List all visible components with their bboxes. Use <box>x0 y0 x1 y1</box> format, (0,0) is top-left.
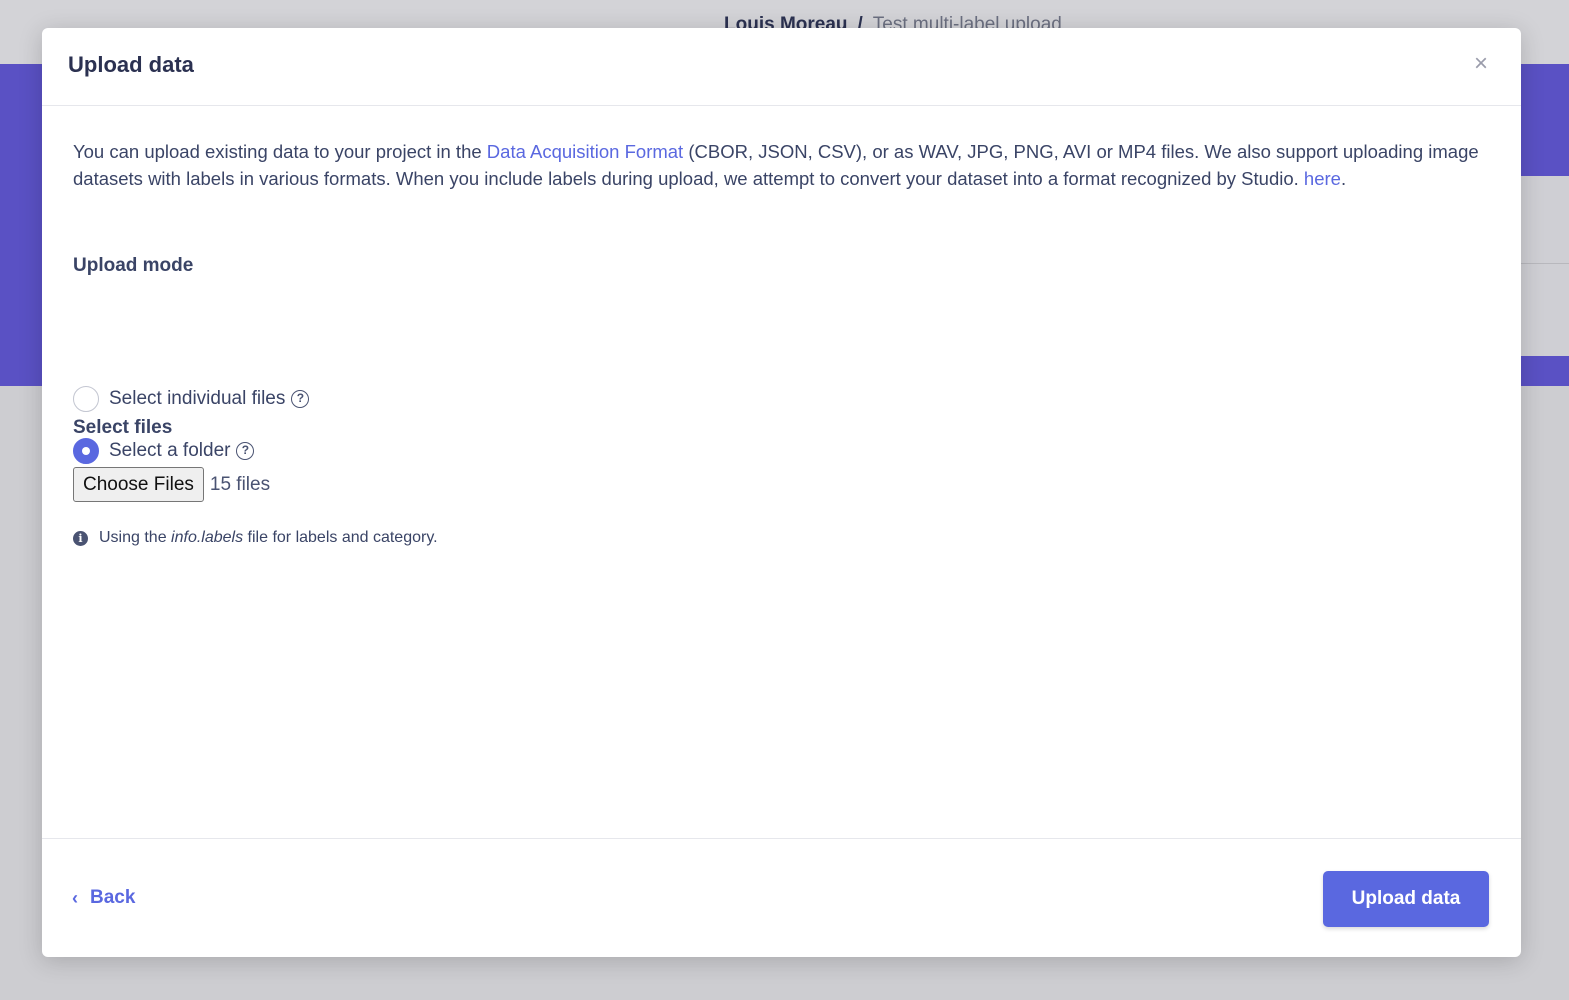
upload-data-button[interactable]: Upload data <box>1323 871 1489 927</box>
intro-text: You can upload existing data to your pro… <box>73 138 1493 192</box>
dialog-header: Upload data × <box>42 28 1521 106</box>
question-circle-icon[interactable]: ? <box>291 390 310 408</box>
radio-button-individual-files[interactable] <box>73 386 99 412</box>
here-link[interactable]: here <box>1304 168 1341 189</box>
back-button[interactable]: ‹ Back <box>72 887 135 909</box>
file-picker: Choose Files 15 files <box>73 467 270 502</box>
question-circle-icon[interactable]: ? <box>236 442 255 460</box>
info-text-suffix: file for labels and category. <box>247 529 438 546</box>
labels-info-message: i Using the info.labels file for labels … <box>73 529 438 547</box>
radio-option-individual-files[interactable]: Select individual files ? <box>73 386 310 412</box>
radio-button-folder[interactable] <box>73 438 99 464</box>
back-label: Back <box>90 887 136 908</box>
dialog-title: Upload data <box>68 52 194 77</box>
intro-text-part3: . <box>1340 168 1347 189</box>
intro-text-part1: You can upload existing data to your pro… <box>73 141 487 162</box>
radio-option-folder[interactable]: Select a folder ? <box>73 438 255 464</box>
select-files-label: Select files <box>73 417 173 438</box>
upload-mode-label: Upload mode <box>73 255 194 276</box>
file-count: 15 files <box>209 473 271 495</box>
choose-files-button[interactable]: Choose Files <box>73 467 204 502</box>
data-acquisition-format-link[interactable]: Data Acquisition Format <box>487 141 683 162</box>
dialog-body: You can upload existing data to your pro… <box>73 138 1493 546</box>
chevron-left-icon: ‹ <box>72 887 78 908</box>
background-divider <box>1521 263 1569 264</box>
info-icon: i <box>73 530 88 546</box>
dialog-footer: ‹ Back Upload data <box>42 838 1521 957</box>
upload-data-dialog: Upload data × You can upload existing da… <box>42 28 1521 957</box>
background-panel <box>1521 176 1569 356</box>
info-text-prefix: Using the <box>99 529 167 546</box>
close-icon[interactable]: × <box>1469 50 1493 78</box>
info-filename: info.labels <box>171 529 244 546</box>
radio-label-individual-files: Select individual files <box>109 388 286 409</box>
radio-label-folder: Select a folder <box>109 440 231 461</box>
